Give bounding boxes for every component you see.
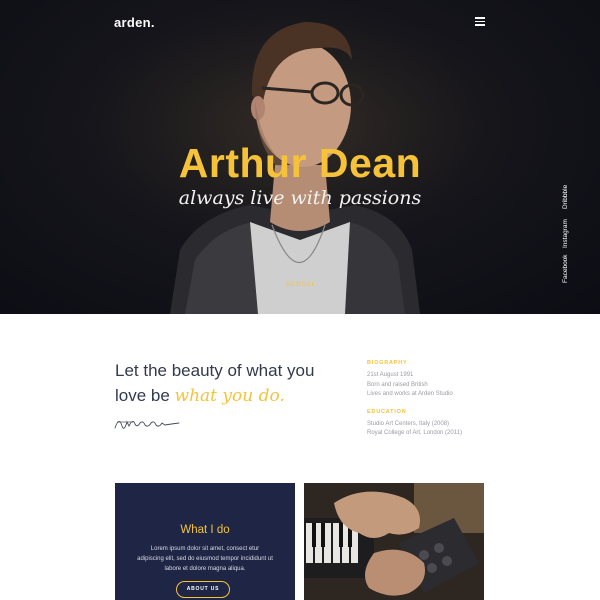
bio-info: BIOGRAPHY 21st August 1991 Born and rais…	[367, 360, 517, 439]
service-card-text: Lorem ipsum dolor sit amet, consect etur…	[137, 546, 273, 572]
about-heading-accent: what you do.	[174, 386, 285, 406]
social-links: Dribbble Instagram Facebook	[562, 183, 572, 283]
site-logo[interactable]: arden.	[114, 15, 155, 30]
hero-section: arden. Arthur Dean always live with pass…	[0, 0, 600, 314]
education-label: EDUCATION	[367, 408, 407, 415]
biography-line: Born and raised British	[367, 381, 428, 388]
service-card: What I do Lorem ipsum dolor sit amet, co…	[115, 483, 295, 600]
social-link-instagram[interactable]: Instagram	[562, 219, 569, 248]
signature-image	[114, 420, 180, 429]
social-link-facebook[interactable]: Facebook	[562, 254, 569, 283]
social-link-dribbble[interactable]: Dribbble	[562, 185, 569, 209]
biography-line: Lives and works at Arden Studio	[367, 391, 453, 397]
hero-title: Arthur Dean	[178, 140, 422, 186]
about-heading: Let the beauty of what you love be what …	[115, 358, 345, 409]
hero-subtitle: always live with passions	[178, 187, 422, 209]
biography-label: BIOGRAPHY	[367, 360, 408, 366]
about-heading-line2: love be	[115, 386, 175, 405]
scroll-indicator[interactable]: SCROLL	[286, 282, 316, 288]
music-photo-card	[304, 483, 484, 600]
education-line: Studio Art Centers, Italy (2008)	[367, 420, 450, 427]
service-card-title: What I do	[180, 524, 230, 536]
about-heading-line1: Let the beauty of what you	[115, 361, 315, 380]
music-photo-image	[304, 483, 484, 600]
education-line: Royal College of Art, London (2011)	[367, 430, 462, 436]
biography-line: 21st August 1991	[367, 372, 414, 378]
hamburger-menu-icon[interactable]	[475, 17, 485, 27]
about-us-button[interactable]: ABOUT US	[176, 581, 230, 598]
